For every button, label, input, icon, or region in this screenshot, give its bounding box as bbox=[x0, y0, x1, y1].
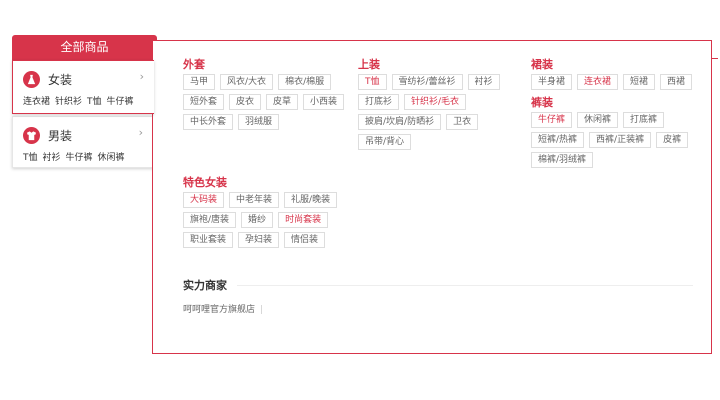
merchant-separator: | bbox=[260, 305, 264, 315]
tag-item[interactable]: 婚纱 bbox=[241, 212, 274, 228]
men-link-tshirt[interactable]: T恤 bbox=[23, 153, 38, 163]
men-link-jeans[interactable]: 牛仔裤 bbox=[66, 153, 93, 163]
category-men-label: 男装 bbox=[48, 128, 73, 143]
section-tops: 上装 T恤 雪纺衫/蕾丝衫 衬衫 打底衫 针织衫/毛衣 披肩/坎肩/防晒衫 卫衣… bbox=[358, 56, 528, 154]
chevron-right-icon: › bbox=[138, 126, 143, 139]
tag-item[interactable]: 披肩/坎肩/防晒衫 bbox=[358, 114, 442, 130]
women-link-tshirt[interactable]: T恤 bbox=[87, 97, 102, 107]
tag-item[interactable]: 短裙 bbox=[623, 74, 656, 90]
merchant-link[interactable]: 呵呵哩官方旗舰店 bbox=[183, 305, 255, 315]
tag-item[interactable]: 皮草 bbox=[266, 94, 299, 110]
tag-item[interactable]: 卫衣 bbox=[446, 114, 479, 130]
category-dropdown-panel: 外套 马甲 风衣/大衣 棉衣/棉服 短外套 皮衣 皮草 小西装 中长外套 羽绒服… bbox=[152, 40, 712, 354]
section-special-womenswear: 特色女装 大码装 中老年装 礼服/晚装 旗袍/唐装 婚纱 时尚套装 职业套装 孕… bbox=[183, 174, 353, 252]
tag-item[interactable]: 大码装 bbox=[183, 192, 225, 208]
tag-item[interactable]: 中长外套 bbox=[183, 114, 234, 130]
category-women[interactable]: 女装 › 连衣裙 针织衫 T恤 牛仔裤 bbox=[12, 60, 154, 114]
category-men[interactable]: 男装 › T恤 衬衫 牛仔裤 休闲裤 bbox=[12, 116, 154, 168]
tag-item[interactable]: 风衣/大衣 bbox=[220, 74, 274, 90]
tag-item[interactable]: 西裙 bbox=[660, 74, 693, 90]
tag-item[interactable]: 职业套装 bbox=[183, 232, 234, 248]
tag-item[interactable]: 小西装 bbox=[303, 94, 345, 110]
tag-item[interactable]: 打底裤 bbox=[623, 112, 665, 128]
tag-item[interactable]: 马甲 bbox=[183, 74, 216, 90]
tag-item[interactable]: 礼服/晚装 bbox=[284, 192, 338, 208]
women-link-dress[interactable]: 连衣裙 bbox=[23, 97, 50, 107]
tag-item[interactable]: 休闲裤 bbox=[577, 112, 619, 128]
tag-item[interactable]: 吊带/背心 bbox=[358, 134, 412, 150]
section-outerwear: 外套 马甲 风衣/大衣 棉衣/棉服 短外套 皮衣 皮草 小西装 中长外套 羽绒服 bbox=[183, 56, 358, 134]
merchants-divider bbox=[237, 284, 693, 286]
section-title: 上装 bbox=[358, 58, 380, 71]
tag-item[interactable]: 连衣裙 bbox=[577, 74, 619, 90]
section-skirts: 裙装 半身裙 连衣裙 短裙 西裙 bbox=[531, 56, 701, 94]
panel-edge-dash bbox=[712, 58, 718, 59]
featured-merchants: 实力商家 呵呵哩官方旗舰店 | bbox=[183, 277, 693, 315]
merchants-title: 实力商家 bbox=[183, 279, 227, 292]
tag-item[interactable]: 打底衫 bbox=[358, 94, 400, 110]
tag-item[interactable]: 短外套 bbox=[183, 94, 225, 110]
tag-item[interactable]: 牛仔裤 bbox=[531, 112, 573, 128]
tag-item[interactable]: 棉裤/羽绒裤 bbox=[531, 152, 594, 168]
women-link-knit[interactable]: 针织衫 bbox=[55, 97, 82, 107]
category-women-label: 女装 bbox=[48, 72, 73, 87]
tag-item[interactable]: 皮裤 bbox=[656, 132, 689, 148]
section-title: 外套 bbox=[183, 58, 205, 71]
tag-item[interactable]: 皮衣 bbox=[229, 94, 262, 110]
tag-item[interactable]: 中老年装 bbox=[229, 192, 280, 208]
tag-item[interactable]: 短裤/热裤 bbox=[531, 132, 585, 148]
dress-icon bbox=[23, 70, 40, 88]
tag-item[interactable]: 棉衣/棉服 bbox=[278, 74, 332, 90]
tag-item[interactable]: 衬衫 bbox=[467, 74, 500, 90]
shirt-icon bbox=[23, 126, 40, 144]
tag-item[interactable]: 旗袍/唐装 bbox=[183, 212, 237, 228]
men-link-shirt[interactable]: 衬衫 bbox=[43, 153, 61, 163]
section-pants: 裤装 牛仔裤 休闲裤 打底裤 短裤/热裤 西裤/正装裤 皮裤 棉裤/羽绒裤 bbox=[531, 94, 706, 172]
women-link-jeans[interactable]: 牛仔裤 bbox=[107, 97, 134, 107]
section-title: 裙装 bbox=[531, 58, 553, 71]
section-title: 特色女装 bbox=[183, 176, 227, 189]
chevron-right-icon: › bbox=[139, 70, 144, 83]
tag-item[interactable]: T恤 bbox=[358, 74, 387, 90]
tag-item[interactable]: 针织衫/毛衣 bbox=[404, 94, 467, 110]
men-link-casual-pants[interactable]: 休闲裤 bbox=[98, 153, 125, 163]
tag-item[interactable]: 羽绒服 bbox=[238, 114, 280, 130]
tag-item[interactable]: 情侣装 bbox=[284, 232, 326, 248]
tag-item[interactable]: 半身裙 bbox=[531, 74, 573, 90]
tag-item[interactable]: 西裤/正装裤 bbox=[589, 132, 652, 148]
section-title: 裤装 bbox=[531, 96, 553, 109]
tag-item[interactable]: 时尚套装 bbox=[278, 212, 329, 228]
tag-item[interactable]: 孕妇装 bbox=[238, 232, 280, 248]
tag-item[interactable]: 雪纺衫/蕾丝衫 bbox=[391, 74, 463, 90]
all-products-header[interactable]: 全部商品 bbox=[12, 35, 157, 60]
